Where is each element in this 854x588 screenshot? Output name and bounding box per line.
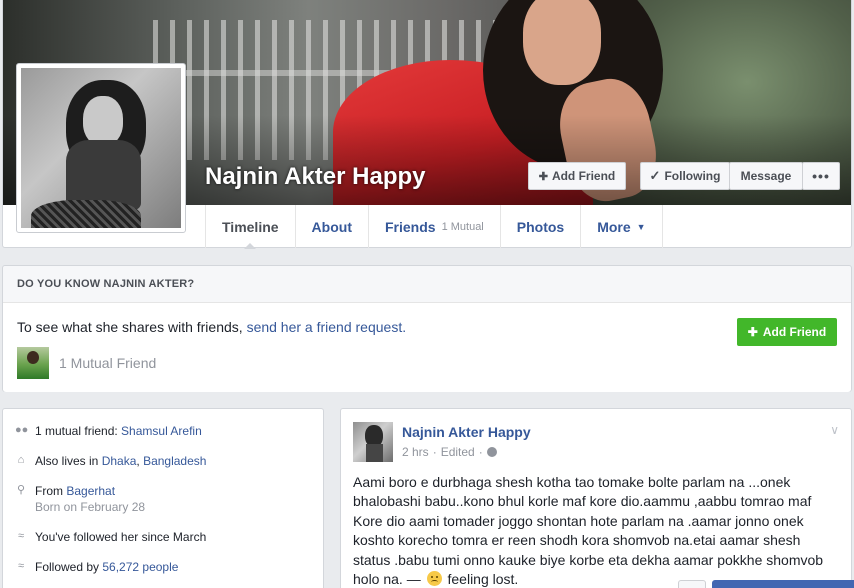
sad-face-icon	[426, 571, 442, 587]
followers-link[interactable]: 56,272 people	[102, 560, 178, 574]
intro-followers-row: ≈ Followed by 56,272 people	[15, 560, 178, 574]
add-friend-label: Add Friend	[551, 169, 616, 183]
tab-photos[interactable]: Photos	[499, 205, 580, 248]
know-card-title: DO YOU KNOW NAJNIN AKTER?	[17, 278, 195, 290]
profile-tabs: Timeline About Friends 1 Mutual Photos M…	[205, 205, 663, 249]
post-meta: 2 hrs · Edited ·	[402, 445, 497, 459]
add-friend-button[interactable]: ✚ Add Friend	[528, 162, 626, 190]
friends-icon: ●●	[15, 424, 29, 436]
location-pin-icon: ⚲	[16, 484, 26, 496]
add-person-icon: ✚	[538, 170, 548, 183]
photo-face	[83, 96, 123, 146]
intro-lives-row: ⌂ Also lives in Dhaka, Bangladesh	[15, 454, 207, 468]
add-person-icon: ✚	[747, 325, 758, 339]
city-link[interactable]: Dhaka	[102, 454, 137, 468]
chevron-down-icon[interactable]: ∨	[830, 423, 839, 437]
intro-lives-text: Also lives in Dhaka, Bangladesh	[35, 454, 207, 468]
from-prefix: From	[35, 484, 67, 498]
know-text-prefix: To see what she shares with friends,	[17, 319, 247, 335]
cover-face	[523, 0, 601, 85]
message-label: Message	[740, 169, 792, 183]
intro-followers-text: Followed by 56,272 people	[35, 560, 178, 574]
post-body: Aami boro e durbhaga shesh kotha tao tom…	[353, 473, 833, 588]
caret-down-icon: ▼	[636, 221, 646, 232]
tab-label: Timeline	[222, 218, 279, 235]
mutual-count: 1 Mutual	[441, 220, 484, 233]
mutual-friend-avatar[interactable]	[17, 347, 49, 379]
post-edited[interactable]: Edited	[441, 445, 475, 459]
post-author-name[interactable]: Najnin Akter Happy	[402, 424, 531, 440]
hometown-link[interactable]: Bagerhat	[66, 484, 115, 498]
photo-skirt	[31, 200, 141, 228]
more-options-button[interactable]: •••	[802, 162, 840, 190]
feeling-text: feeling lost.	[447, 571, 519, 588]
feeling-separator: —	[402, 571, 425, 588]
globe-icon[interactable]	[486, 447, 497, 457]
friend-request-link[interactable]: send her a friend request.	[247, 319, 407, 335]
tab-label: Friends	[384, 218, 436, 235]
intro-from-text: From Bagerhat Born on February 28	[35, 484, 145, 514]
rss-icon: ≈	[17, 530, 25, 542]
rss-icon: ≈	[17, 560, 25, 572]
tab-more[interactable]: More ▼	[580, 205, 663, 248]
tab-timeline[interactable]: Timeline	[205, 205, 295, 249]
intro-mutual-row: ●● 1 mutual friend: Shamsul Arefin	[15, 424, 202, 438]
know-card-body: To see what she shares with friends, sen…	[3, 302, 851, 392]
intro-mutual-text: 1 mutual friend: Shamsul Arefin	[35, 424, 202, 438]
tab-friends[interactable]: Friends 1 Mutual	[367, 205, 500, 248]
intro-following-row: ≈ You've followed her since March	[15, 530, 206, 544]
mutual-friend-link[interactable]: Shamsul Arefin	[121, 424, 202, 438]
profile-picture[interactable]	[16, 63, 186, 233]
tab-label: More	[597, 218, 631, 235]
message-button[interactable]: Message	[729, 162, 803, 190]
intro-card: ●● 1 mutual friend: Shamsul Arefin ⌂ Als…	[2, 408, 324, 588]
mutual-friend-count[interactable]: 1 Mutual Friend	[59, 355, 156, 371]
profile-name[interactable]: Najnin Akter Happy	[205, 163, 426, 191]
country-link[interactable]: Bangladesh	[143, 454, 206, 468]
add-friend-green-label: Add Friend	[762, 325, 827, 339]
meta-separator: ·	[478, 445, 483, 459]
do-you-know-card: DO YOU KNOW NAJNIN AKTER? To see what sh…	[2, 265, 852, 392]
following-button[interactable]: ✓ Following	[640, 162, 730, 190]
following-label: Following	[664, 169, 721, 183]
lives-prefix: Also lives in	[35, 454, 102, 468]
profile-photo	[21, 68, 181, 228]
chat-bar[interactable]	[712, 580, 854, 588]
followed-since-text: You've followed her since March	[35, 530, 207, 544]
ellipsis-icon: •••	[812, 168, 830, 184]
home-icon: ⌂	[17, 454, 25, 466]
add-friend-green-button[interactable]: ✚ Add Friend	[737, 318, 837, 346]
meta-separator: ·	[432, 445, 437, 459]
timeline-post: Najnin Akter Happy 2 hrs · Edited · ∨ Aa…	[340, 408, 852, 588]
tab-label: About	[311, 218, 352, 235]
chat-options-button[interactable]	[678, 580, 706, 588]
check-icon: ✓	[649, 168, 661, 183]
post-time[interactable]: 2 hrs	[402, 445, 429, 459]
tab-label: Photos	[516, 218, 565, 235]
birthday-text: Born on February 28	[35, 500, 146, 514]
tab-about[interactable]: About	[294, 205, 368, 248]
post-author-avatar[interactable]	[353, 422, 393, 462]
intro-from-row: ⚲ From Bagerhat Born on February 28	[15, 484, 145, 514]
followers-prefix: Followed by	[35, 560, 103, 574]
mutual-prefix: 1 mutual friend:	[35, 424, 122, 438]
know-card-text: To see what she shares with friends, sen…	[17, 319, 406, 335]
